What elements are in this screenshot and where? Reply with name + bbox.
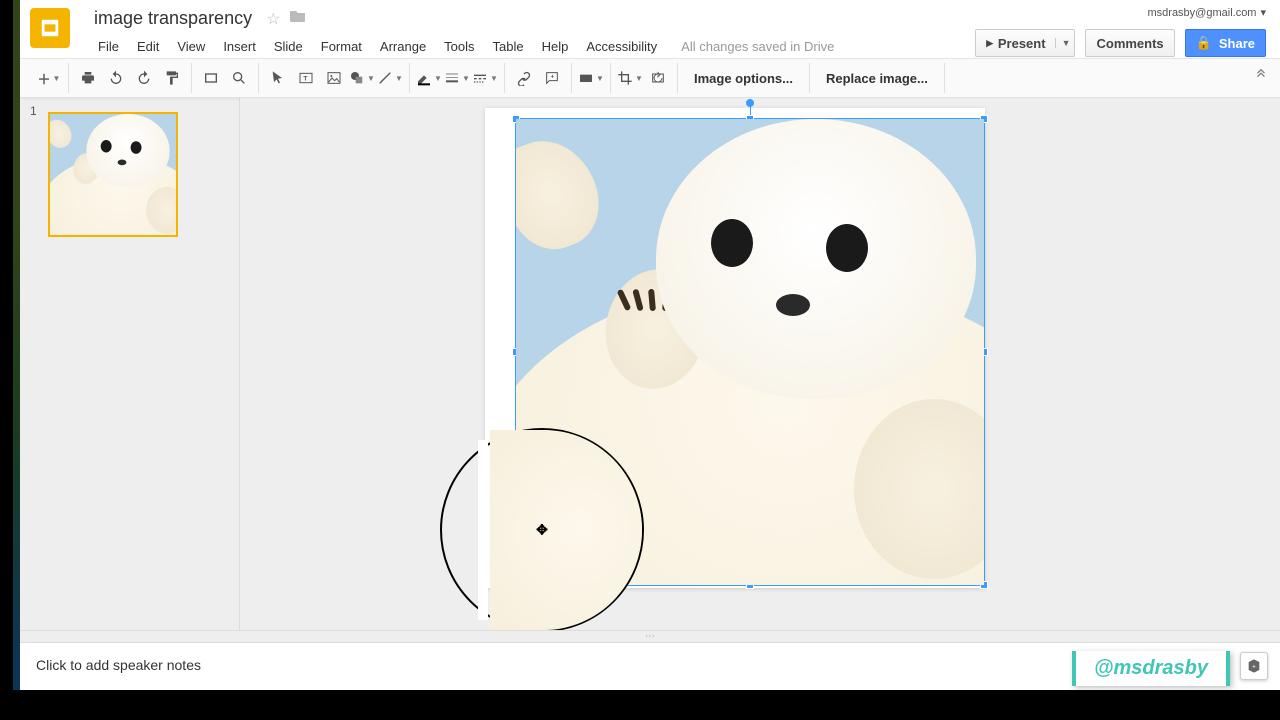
border-weight-button[interactable]: ▼ [444,65,470,91]
notes-drag-handle[interactable]: ⋯ [20,630,1280,642]
comment-button[interactable]: + [539,65,565,91]
lock-icon: 🔒 [1196,35,1212,51]
link-button[interactable] [511,65,537,91]
google-slides-app: image transparency ☆ File Edit View Inse… [20,0,1280,690]
crop-button[interactable]: ▼ [617,65,643,91]
print-button[interactable] [75,65,101,91]
line-tool[interactable]: ▼ [377,65,403,91]
account-email: msdrasby@gmail.com [1148,7,1257,19]
menu-help[interactable]: Help [534,35,577,58]
menu-insert[interactable]: Insert [215,35,264,58]
menu-table[interactable]: Table [485,35,532,58]
menu-slide[interactable]: Slide [266,35,311,58]
svg-text:+: + [1252,664,1256,671]
rotation-handle[interactable] [746,99,754,107]
slide-thumbnail-1[interactable]: 1 [34,112,225,237]
account-menu[interactable]: msdrasby@gmail.com ▾ [1148,6,1267,19]
menu-arrange[interactable]: Arrange [372,35,434,58]
app-header: image transparency ☆ File Edit View Inse… [20,0,1280,58]
share-button[interactable]: 🔒 Share [1185,29,1266,57]
slides-logo[interactable] [30,8,70,48]
border-dash-button[interactable]: ▼ [472,65,498,91]
image-selection[interactable] [515,118,985,586]
new-slide-button[interactable]: ＋▼ [36,65,62,91]
image-tool[interactable] [321,65,347,91]
present-label: Present [998,36,1046,51]
star-icon[interactable]: ☆ [266,9,280,29]
document-title[interactable]: image transparency [90,6,256,31]
comments-label: Comments [1096,36,1163,51]
slide-number: 1 [30,104,37,118]
present-dropdown-icon[interactable]: ▼ [1055,38,1071,48]
select-tool[interactable] [265,65,291,91]
play-icon: ▸ [986,35,993,51]
filmstrip[interactable]: 1 [20,98,240,630]
slides-icon [39,17,61,39]
share-label: Share [1219,36,1255,51]
svg-text:+: + [551,75,555,81]
image-options-button[interactable]: Image options... [684,71,803,86]
explore-button[interactable]: + [1240,652,1268,680]
seal-image[interactable] [516,119,984,585]
menu-file[interactable]: File [90,35,127,58]
toolbar: ＋▼ T ▼ ▼ ▼ ▼ ▼ + ▼ [20,58,1280,98]
chevron-down-icon: ▾ [1260,6,1266,19]
save-status: All changes saved in Drive [681,39,834,54]
watermark-text: @msdrasby [1094,657,1208,679]
menu-edit[interactable]: Edit [129,35,167,58]
replace-image-button[interactable]: Replace image... [816,71,938,86]
comments-button[interactable]: Comments [1085,29,1174,57]
border-color-button[interactable]: ▼ [416,65,442,91]
main-area: 1 [20,98,1280,630]
speaker-notes-placeholder: Click to add speaker notes [36,657,201,673]
redo-button[interactable] [131,65,157,91]
textbox-tool[interactable]: T [293,65,319,91]
collapse-toolbar-icon[interactable] [1254,66,1268,83]
present-button[interactable]: ▸ Present ▼ [975,29,1075,57]
slide-1[interactable] [485,108,985,588]
undo-button[interactable] [103,65,129,91]
reset-image-button[interactable] [645,65,671,91]
explore-icon: + [1246,658,1262,674]
menu-accessibility[interactable]: Accessibility [578,35,665,58]
watermark-badge: @msdrasby [1072,651,1230,686]
menu-format[interactable]: Format [313,35,370,58]
keyboard-button[interactable]: ▼ [578,65,604,91]
folder-icon[interactable] [290,9,306,28]
paint-format-button[interactable] [159,65,185,91]
window-edge-decoration [13,0,20,690]
svg-text:T: T [303,76,307,83]
menu-tools[interactable]: Tools [436,35,482,58]
canvas[interactable]: ✥ [240,98,1280,630]
zoom-button[interactable] [226,65,252,91]
menu-view[interactable]: View [169,35,213,58]
shape-tool[interactable]: ▼ [349,65,375,91]
zoom-fit-button[interactable] [198,65,224,91]
